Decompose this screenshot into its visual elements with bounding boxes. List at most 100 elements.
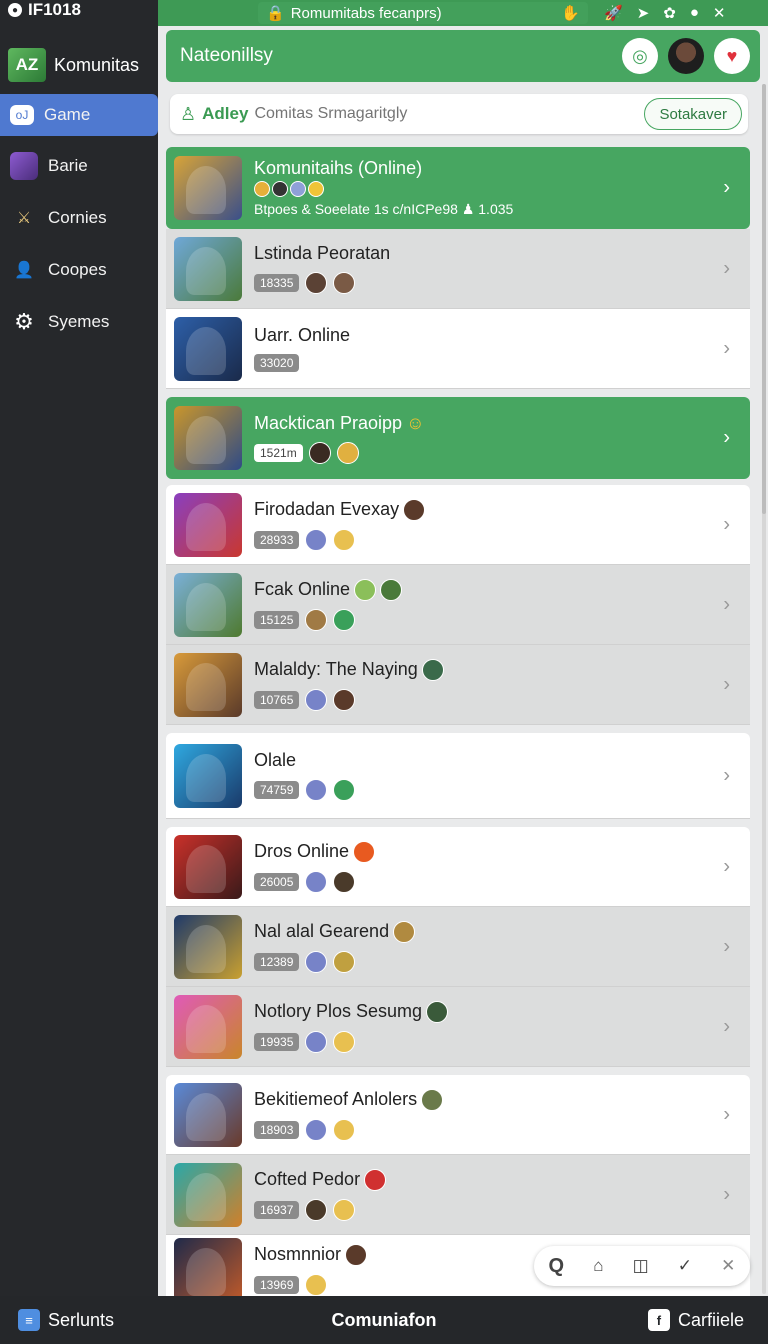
brand[interactable]: AZ Komunitas <box>0 20 158 94</box>
close-icon[interactable]: ✕ <box>713 4 726 22</box>
search-input[interactable] <box>254 105 615 123</box>
player-count-badge: 12389 <box>254 952 300 971</box>
swords-icon: ⚔ <box>16 210 32 227</box>
status-bar: ● IF1018 <box>0 0 158 20</box>
home-icon[interactable]: ⌂ <box>593 1256 603 1276</box>
chevron-right-icon: › <box>723 337 730 359</box>
sidebar-item-barie[interactable]: Barie <box>0 144 158 188</box>
game-thumbnail <box>174 406 242 470</box>
game-row[interactable]: Nal alal Gearend 12389 › <box>166 907 750 987</box>
game-title: Notlory Plos Sesumg <box>254 1000 449 1023</box>
game-row[interactable]: Firodadan Evexay 28933 › <box>166 485 750 565</box>
chevron-right-icon: › <box>723 1015 730 1037</box>
game-title: Dros Online <box>254 840 376 863</box>
sidebar-item-label: Barie <box>48 156 88 175</box>
chevron-right-icon: › <box>723 176 730 199</box>
target-icon[interactable]: ◎ <box>622 38 658 74</box>
game-thumbnail <box>174 156 242 220</box>
search-button[interactable]: Sotakaver <box>644 98 742 130</box>
user-icon: 👤 <box>14 262 34 279</box>
game-thumbnail <box>174 914 242 979</box>
chevron-right-icon: › <box>723 257 730 279</box>
featured-count: 1.035 <box>478 201 514 217</box>
url-text: Romumitabs fecanprs) <box>290 4 442 22</box>
sidebar: ● IF1018 AZ Komunitas oJ Game Barie ⚔ Co… <box>0 0 164 1296</box>
url-bar[interactable]: 🔒 Romumitabs fecanprs) ✋ <box>258 2 588 24</box>
gear-icon: ⚙ <box>14 309 34 334</box>
game-title: Nosmnnior <box>254 1243 368 1266</box>
chevron-right-icon: › <box>723 673 730 695</box>
search-icon[interactable]: Q <box>549 1255 565 1278</box>
sidebar-item-game[interactable]: oJ Game <box>0 94 164 136</box>
game-title: Macktican Praoipp ☺ <box>254 413 424 434</box>
game-title-text: Nal alal Gearend <box>254 921 390 941</box>
extension-icon[interactable]: ✿ <box>663 4 676 22</box>
avatar[interactable] <box>668 38 704 74</box>
hand-icon[interactable]: ✋ <box>561 4 580 22</box>
chevron-right-icon: › <box>723 855 730 877</box>
bottom-left-item[interactable]: ≡ Serlunts <box>0 1309 114 1331</box>
game-title: Uarr. Online <box>254 325 351 345</box>
game-row[interactable]: Olale 74759 › <box>166 733 750 819</box>
sidebar-item-coopes[interactable]: 👤 Coopes <box>0 248 158 292</box>
sidebar-item-label: Coopes <box>48 260 107 279</box>
search-bar: ♙ Adley Sotakaver <box>170 94 748 134</box>
player-count-badge: 74759 <box>254 781 300 799</box>
scrollbar[interactable] <box>762 84 766 1294</box>
game-row[interactable]: Fcak Online 15125 › <box>166 565 750 645</box>
window-icon[interactable]: ◫ <box>633 1256 649 1276</box>
game-list: Komunitaihs (Online) Btpoes & Soeelate 1… <box>166 147 750 1296</box>
featured-row[interactable]: Komunitaihs (Online) Btpoes & Soeelate 1… <box>166 147 750 229</box>
game-row[interactable]: Uarr. Online 33020 › <box>166 309 750 389</box>
user-icon: ♙ <box>180 103 197 124</box>
game-row[interactable]: Lstinda Peoratan 18335 › <box>166 229 750 309</box>
game-row[interactable]: Cofted Pedor 16937 › <box>166 1155 750 1235</box>
scrollbar-thumb[interactable] <box>762 84 766 514</box>
bottom-bar: ≡ Serlunts Comuniafon f Carfiiele <box>0 1296 768 1344</box>
player-count-badge: 33020 <box>254 354 300 372</box>
game-row[interactable]: Malaldy: The Naying 10765 › <box>166 645 750 725</box>
featured-avatars <box>254 181 513 197</box>
game-thumbnail <box>174 994 242 1059</box>
player-count-badge: 18903 <box>254 1120 300 1139</box>
app-icon: ● <box>8 3 22 17</box>
game-title: Fcak Online <box>254 578 403 601</box>
game-row[interactable]: Dros Online 26005 › <box>166 827 750 907</box>
heart-icon[interactable]: ♥ <box>714 38 750 74</box>
game-title-text: Malaldy: The Naying <box>254 659 418 679</box>
close-icon[interactable]: ✕ <box>721 1256 735 1276</box>
game-title-text: Firodadan Evexay <box>254 499 400 519</box>
check-icon[interactable]: ✓ <box>678 1256 692 1276</box>
sidebar-item-cornies[interactable]: ⚔ Cornies <box>0 196 158 240</box>
game-title: Malaldy: The Naying <box>254 658 444 681</box>
main-panel: 🔒 Romumitabs fecanprs) ✋ 🚀 ➤ ✿ ● ✕ Nateo… <box>158 0 768 1296</box>
game-title-text: Bekitiemeof Anlolers <box>254 1089 418 1109</box>
player-count-badge: 15125 <box>254 610 300 629</box>
game-thumbnail <box>174 1162 242 1227</box>
game-thumbnail <box>174 743 242 808</box>
sidebar-item-label: Cornies <box>48 208 107 227</box>
chevron-right-icon: › <box>723 513 730 535</box>
game-title-text: Nosmnnior <box>254 1244 342 1264</box>
game-title-text: Dros Online <box>254 841 350 861</box>
player-count-badge: 13969 <box>254 1275 300 1294</box>
game-title: Firodadan Evexay <box>254 498 426 521</box>
game-thumbnail <box>174 1082 242 1147</box>
chevron-right-icon: › <box>723 426 730 449</box>
share-icon[interactable]: ➤ <box>637 4 650 22</box>
game-row[interactable]: Notlory Plos Sesumg 19935 › <box>166 987 750 1067</box>
game-row[interactable]: Macktican Praoipp ☺ 1521m › <box>166 397 750 479</box>
game-row[interactable]: Bekitiemeof Anlolers 18903 › <box>166 1075 750 1155</box>
status-time: IF1018 <box>28 0 81 19</box>
game-title: Nal alal Gearend <box>254 920 416 943</box>
featured-subtitle-text: Btpoes & Soeelate 1s c/nICPe98 <box>254 201 458 217</box>
game-title: Olale <box>254 750 297 770</box>
info-icon[interactable]: ● <box>690 4 699 22</box>
rocket-icon[interactable]: 🚀 <box>604 4 623 22</box>
bottom-right-item[interactable]: f Carfiiele <box>647 1309 768 1331</box>
game-title: Lstinda Peoratan <box>254 243 391 263</box>
sidebar-item-syemes[interactable]: ⚙ Syemes <box>0 300 158 344</box>
player-count-badge: 18335 <box>254 274 300 292</box>
game-title-text: Macktican Praoipp <box>254 412 403 433</box>
chevron-right-icon: › <box>723 1103 730 1125</box>
